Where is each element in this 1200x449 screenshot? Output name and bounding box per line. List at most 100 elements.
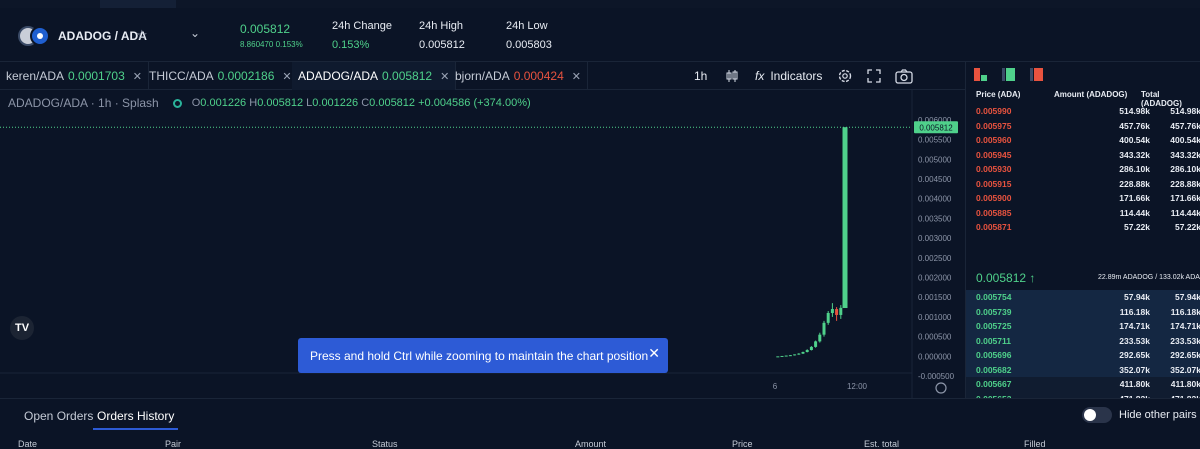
candle-body: [793, 354, 797, 356]
hide-other-pairs-label: Hide other pairs: [1119, 409, 1197, 421]
bid-row[interactable]: 0.005696 292.65k 292.65k: [966, 348, 1200, 363]
candle-body: [830, 309, 834, 313]
tab-orders-history[interactable]: Orders History: [92, 409, 179, 430]
ask-row[interactable]: 0.005990 514.98k 514.98k: [966, 104, 1200, 119]
candle-body: [784, 355, 788, 357]
fx-icon: fx: [755, 69, 765, 83]
ask-row[interactable]: 0.005871 57.22k 57.22k: [966, 220, 1200, 235]
tab-open-orders[interactable]: Open Orders: [24, 409, 93, 423]
ohlc-values: O0.001226 H0.005812 L0.001226 C0.005812 …: [191, 97, 531, 109]
pair-tab-bjorn[interactable]: bjorn/ADA 0.000424 ✕: [449, 62, 588, 90]
ask-row[interactable]: 0.005885 114.44k 114.44k: [966, 206, 1200, 221]
pair-tab-adadog[interactable]: ADADOG/ADA 0.005812 ✕: [292, 62, 457, 90]
candle-body: [835, 309, 839, 315]
ask-price: 0.005900: [976, 193, 1012, 203]
close-icon[interactable]: ✕: [282, 70, 291, 83]
candle-body: [842, 127, 848, 309]
candle-body: [839, 307, 843, 315]
close-icon[interactable]: ✕: [572, 70, 581, 83]
hide-other-pairs-toggle[interactable]: [1082, 407, 1112, 423]
ask-row[interactable]: 0.005960 400.54k 400.54k: [966, 133, 1200, 148]
pair-tab-price: 0.0002186: [217, 69, 275, 83]
bid-total: 292.65k: [1170, 350, 1200, 360]
screenshot-camera-icon[interactable]: [895, 62, 913, 90]
y-tick-label: 0.000500: [918, 333, 952, 342]
indicators-button[interactable]: fx Indicators: [755, 62, 822, 90]
pair-title[interactable]: ADADOG / ADA: [58, 29, 147, 43]
bid-row[interactable]: 0.005754 57.94k 57.94k: [966, 290, 1200, 305]
stat-value: 0.005803: [506, 39, 552, 51]
ask-price: 0.005975: [976, 120, 1012, 131]
close-icon[interactable]: ✕: [648, 345, 660, 362]
ask-total: 114.44k: [1170, 207, 1200, 218]
candle-type-icon[interactable]: [724, 62, 740, 90]
bid-price: 0.005667: [976, 379, 1012, 389]
close-icon[interactable]: ✕: [133, 70, 142, 83]
bid-row[interactable]: 0.005711 233.53k 233.53k: [966, 333, 1200, 348]
zoom-hint-toast: Press and hold Ctrl while zooming to mai…: [298, 338, 668, 373]
chart-legend: ADADOG/ADA · 1h · Splash O0.001226 H0.00…: [8, 96, 531, 110]
interval-button[interactable]: 1h: [694, 62, 707, 90]
y-tick-label: 0.005000: [918, 155, 952, 164]
col-amount: Amount: [575, 439, 607, 449]
ask-row[interactable]: 0.005945 343.32k 343.32k: [966, 148, 1200, 163]
settings-gear-icon[interactable]: [837, 62, 853, 90]
ask-row[interactable]: 0.005975 457.76k 457.76k: [966, 119, 1200, 134]
fullscreen-icon[interactable]: [867, 62, 881, 90]
stat-24h-change: 24h Change 0.153%: [332, 20, 392, 51]
pair-tab-keren[interactable]: keren/ADA 0.0001703 ✕: [0, 62, 149, 90]
book-col-amount: Amount (ADADOG): [1054, 90, 1128, 99]
ask-row[interactable]: 0.005900 171.66k 171.66k: [966, 191, 1200, 206]
ask-total: 343.32k: [1170, 149, 1200, 160]
close-icon[interactable]: ✕: [440, 70, 449, 83]
col-filled: Filled: [1024, 439, 1046, 449]
pair-tab-name: keren/ADA: [6, 69, 65, 83]
ohlc-high: 0.005812: [257, 97, 304, 109]
ask-total: 171.66k: [1170, 193, 1200, 203]
stat-value: 0.153%: [332, 39, 370, 51]
bid-total: 57.94k: [1175, 292, 1200, 302]
y-tick-label: 0.003000: [918, 234, 952, 243]
bid-row[interactable]: 0.005739 116.18k 116.18k: [966, 304, 1200, 319]
order-book-header: Price (ADA) Amount (ADADOG) Total (ADADO…: [966, 88, 1200, 108]
bid-row[interactable]: 0.005667 411.80k 411.80k: [966, 377, 1200, 392]
ohlc-low: 0.001226: [312, 97, 359, 109]
candle-body: [797, 353, 801, 355]
bid-price: 0.005682: [976, 364, 1012, 375]
favorite-star-icon[interactable]: ☆: [136, 27, 148, 43]
col-price: Price: [732, 439, 753, 449]
y-tick-label: 0.004000: [918, 195, 952, 204]
y-tick-label: -0.000500: [918, 372, 955, 381]
x-tick-label: 6: [773, 382, 778, 391]
book-col-price: Price (ADA): [976, 90, 1021, 99]
bid-total: 174.71k: [1170, 321, 1200, 331]
y-tick-label: 0.001500: [918, 293, 952, 302]
bid-total: 116.18k: [1170, 306, 1200, 317]
tradingview-logo-icon[interactable]: TV: [10, 316, 34, 340]
book-view-asks-icon[interactable]: [1030, 68, 1044, 81]
bid-row[interactable]: 0.005725 174.71k 174.71k: [966, 319, 1200, 334]
bid-row[interactable]: 0.005682 352.07k 352.07k: [966, 362, 1200, 377]
y-tick-label: 0.003500: [918, 214, 952, 223]
ask-total: 57.22k: [1175, 222, 1200, 232]
top-nav-block: [100, 0, 176, 8]
ask-row[interactable]: 0.005930 286.10k 286.10k: [966, 162, 1200, 177]
pair-tab-thicc[interactable]: THICC/ADA 0.0002186 ✕: [143, 62, 299, 90]
last-price-sub: 8.860470 0.153%: [240, 40, 303, 49]
candle-body: [809, 346, 813, 351]
candle-body: [805, 350, 809, 353]
book-view-both-icon[interactable]: [974, 68, 988, 81]
ohlc-close: 0.005812: [369, 97, 416, 109]
candle-body: [814, 341, 818, 347]
price-chart[interactable]: 0.006000 0.005500 0.005000 0.004500 0.004000…: [0, 90, 965, 398]
pair-tabs-bar: keren/ADA 0.0001703 ✕ THICC/ADA 0.000218…: [0, 62, 965, 90]
x-tick-label: 12:00: [847, 382, 868, 391]
col-est-total: Est. total: [864, 439, 900, 449]
ask-price: 0.005885: [976, 207, 1012, 218]
ask-price: 0.005930: [976, 164, 1012, 174]
ask-row[interactable]: 0.005915 228.88k 228.88k: [966, 177, 1200, 192]
book-view-bids-icon[interactable]: [1002, 68, 1016, 81]
ask-price: 0.005990: [976, 106, 1012, 116]
candle-body: [788, 355, 792, 357]
chevron-down-icon[interactable]: ⌄: [190, 26, 200, 40]
